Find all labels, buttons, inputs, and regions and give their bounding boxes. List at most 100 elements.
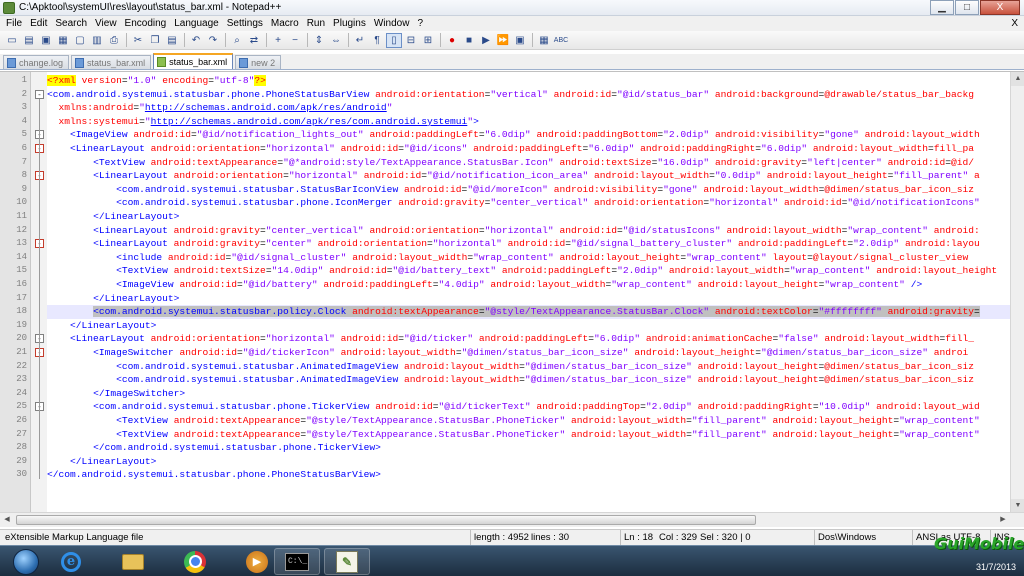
line-number[interactable]: 16 [0,278,27,292]
code-line[interactable]: <com.android.systemui.statusbar.phone.Ic… [47,196,1019,210]
scroll-up-icon[interactable]: ▲ [1011,72,1024,86]
line-number[interactable]: 18 [0,305,27,319]
spellcheck-icon[interactable]: ABC [553,33,569,48]
code-line[interactable]: <com.android.systemui.statusbar.phone.Ti… [47,400,1019,414]
code-line[interactable]: <ImageView android:id="@id/notification_… [47,128,1019,142]
taskbar-chrome[interactable] [172,548,218,575]
code-line[interactable]: <include android:id="@id/signal_cluster"… [47,251,1019,265]
menu-help[interactable]: ? [413,16,427,31]
zoom-out-icon[interactable]: − [287,33,303,48]
unfold-all-icon[interactable]: ⊞ [420,33,436,48]
close-button[interactable]: X [980,0,1020,15]
fold-toggle-icon[interactable]: - [35,89,44,99]
line-number[interactable]: 8 [0,169,27,183]
line-number[interactable]: 25 [0,400,27,414]
line-number[interactable]: 21 [0,346,27,360]
tab-status-bar-xml[interactable]: status_bar.xml [71,55,152,69]
code-line[interactable]: xmlns:systemui="http://schemas.android.c… [47,115,1019,129]
menu-run[interactable]: Run [303,16,329,31]
clock-date[interactable]: 31/7/2013 [976,562,1016,572]
close-file-icon[interactable]: ▢ [72,33,88,48]
line-number[interactable]: 5 [0,128,27,142]
horizontal-scroll-thumb[interactable] [16,515,756,525]
menu-settings[interactable]: Settings [223,16,267,31]
menu-encoding[interactable]: Encoding [121,16,171,31]
code-line[interactable]: <com.android.systemui.statusbar.phone.Ph… [47,88,1019,102]
code-line[interactable]: <LinearLayout android:gravity="center" a… [47,237,1019,251]
sync-vertical-icon[interactable]: ⇕ [311,33,327,48]
code-line[interactable]: </LinearLayout> [47,210,1019,224]
code-line[interactable]: <LinearLayout android:orientation="horiz… [47,332,1019,346]
undo-icon[interactable]: ↶ [188,33,204,48]
stop-macro-icon[interactable]: ■ [461,33,477,48]
menu-macro[interactable]: Macro [267,16,303,31]
scroll-down-icon[interactable]: ▼ [1011,499,1024,513]
scroll-left-icon[interactable]: ◀ [0,513,14,527]
cut-icon[interactable]: ✂ [130,33,146,48]
paste-icon[interactable]: ▤ [164,33,180,48]
save-all-icon[interactable]: ▦ [55,33,71,48]
code-line[interactable]: xmlns:android="http://schemas.android.co… [47,101,1019,115]
line-number[interactable]: 6 [0,142,27,156]
line-number[interactable]: 14 [0,251,27,265]
open-file-icon[interactable]: ▤ [21,33,37,48]
code-line[interactable]: </LinearLayout> [47,292,1019,306]
code-line[interactable]: <TextView android:textSize="14.0dip" and… [47,264,1019,278]
code-line[interactable]: <com.android.systemui.statusbar.Animated… [47,373,1019,387]
close-document-button[interactable]: X [1011,16,1018,31]
code-line[interactable]: <TextView android:textAppearance="@style… [47,428,1019,442]
redo-icon[interactable]: ↷ [205,33,221,48]
code-line[interactable]: <com.android.systemui.statusbar.policy.C… [47,305,1019,319]
save-icon[interactable]: ▣ [38,33,54,48]
code-line[interactable]: </com.android.systemui.statusbar.phone.P… [47,468,1019,482]
line-number[interactable]: 28 [0,441,27,455]
tab-status-bar-xml-active[interactable]: status_bar.xml [153,53,234,69]
taskbar-file-explorer[interactable] [110,548,156,575]
line-number[interactable]: 24 [0,387,27,401]
menu-view[interactable]: View [91,16,121,31]
code-line[interactable]: <ImageView android:id="@id/battery" andr… [47,278,1019,292]
code-area[interactable]: <?xml version="1.0" encoding="utf-8"?> <c… [47,72,1019,513]
find-icon[interactable]: ⌕ [229,33,245,48]
code-line[interactable]: </com.android.systemui.statusbar.phone.T… [47,441,1019,455]
taskbar-internet-explorer[interactable]: e [48,548,94,575]
code-line[interactable]: <TextView android:textAppearance="@style… [47,414,1019,428]
panel-icon[interactable]: ▦ [536,33,552,48]
menu-language[interactable]: Language [170,16,223,31]
code-line[interactable]: </LinearLayout> [47,455,1019,469]
horizontal-scrollbar[interactable]: ◀ ▶ [0,512,1024,527]
line-number[interactable]: 22 [0,360,27,374]
menu-plugins[interactable]: Plugins [329,16,370,31]
line-number[interactable]: 15 [0,264,27,278]
close-all-icon[interactable]: ▥ [89,33,105,48]
line-number[interactable]: 30 [0,468,27,482]
replace-icon[interactable]: ⇄ [246,33,262,48]
tab-new-2[interactable]: new 2 [235,55,282,69]
code-editor[interactable]: 1 2 3 4 5 6 7 8 9 10 11 12 13 14 15 16 17 18 19 20 21 22 23 24 2… [0,71,1024,513]
code-line[interactable]: <TextView android:textAppearance="@*andr… [47,156,1019,170]
menu-edit[interactable]: Edit [26,16,51,31]
new-file-icon[interactable]: ▭ [4,33,20,48]
save-macro-icon[interactable]: ▣ [512,33,528,48]
line-number[interactable]: 11 [0,210,27,224]
zoom-in-icon[interactable]: + [270,33,286,48]
show-all-chars-icon[interactable]: ¶ [369,33,385,48]
vertical-scrollbar[interactable]: ▲ ▼ [1010,72,1024,513]
copy-icon[interactable]: ❐ [147,33,163,48]
line-number[interactable]: 23 [0,373,27,387]
line-number[interactable]: 12 [0,224,27,238]
line-number[interactable]: 26 [0,414,27,428]
word-wrap-icon[interactable]: ↵ [352,33,368,48]
maximize-button[interactable]: □ [955,0,979,15]
line-number[interactable]: 7 [0,156,27,170]
code-line[interactable]: </ImageSwitcher> [47,387,1019,401]
code-line[interactable]: <?xml version="1.0" encoding="utf-8"?> [47,74,1019,88]
code-line[interactable]: <ImageSwitcher android:id="@id/tickerIco… [47,346,1019,360]
code-line[interactable]: <LinearLayout android:orientation="horiz… [47,169,1019,183]
record-macro-icon[interactable]: ● [444,33,460,48]
start-button[interactable] [6,547,46,576]
play-macro-icon[interactable]: ▶ [478,33,494,48]
line-number[interactable]: 4 [0,115,27,129]
scroll-right-icon[interactable]: ▶ [996,513,1010,527]
play-macro-multiple-icon[interactable]: ⏩ [495,33,511,48]
